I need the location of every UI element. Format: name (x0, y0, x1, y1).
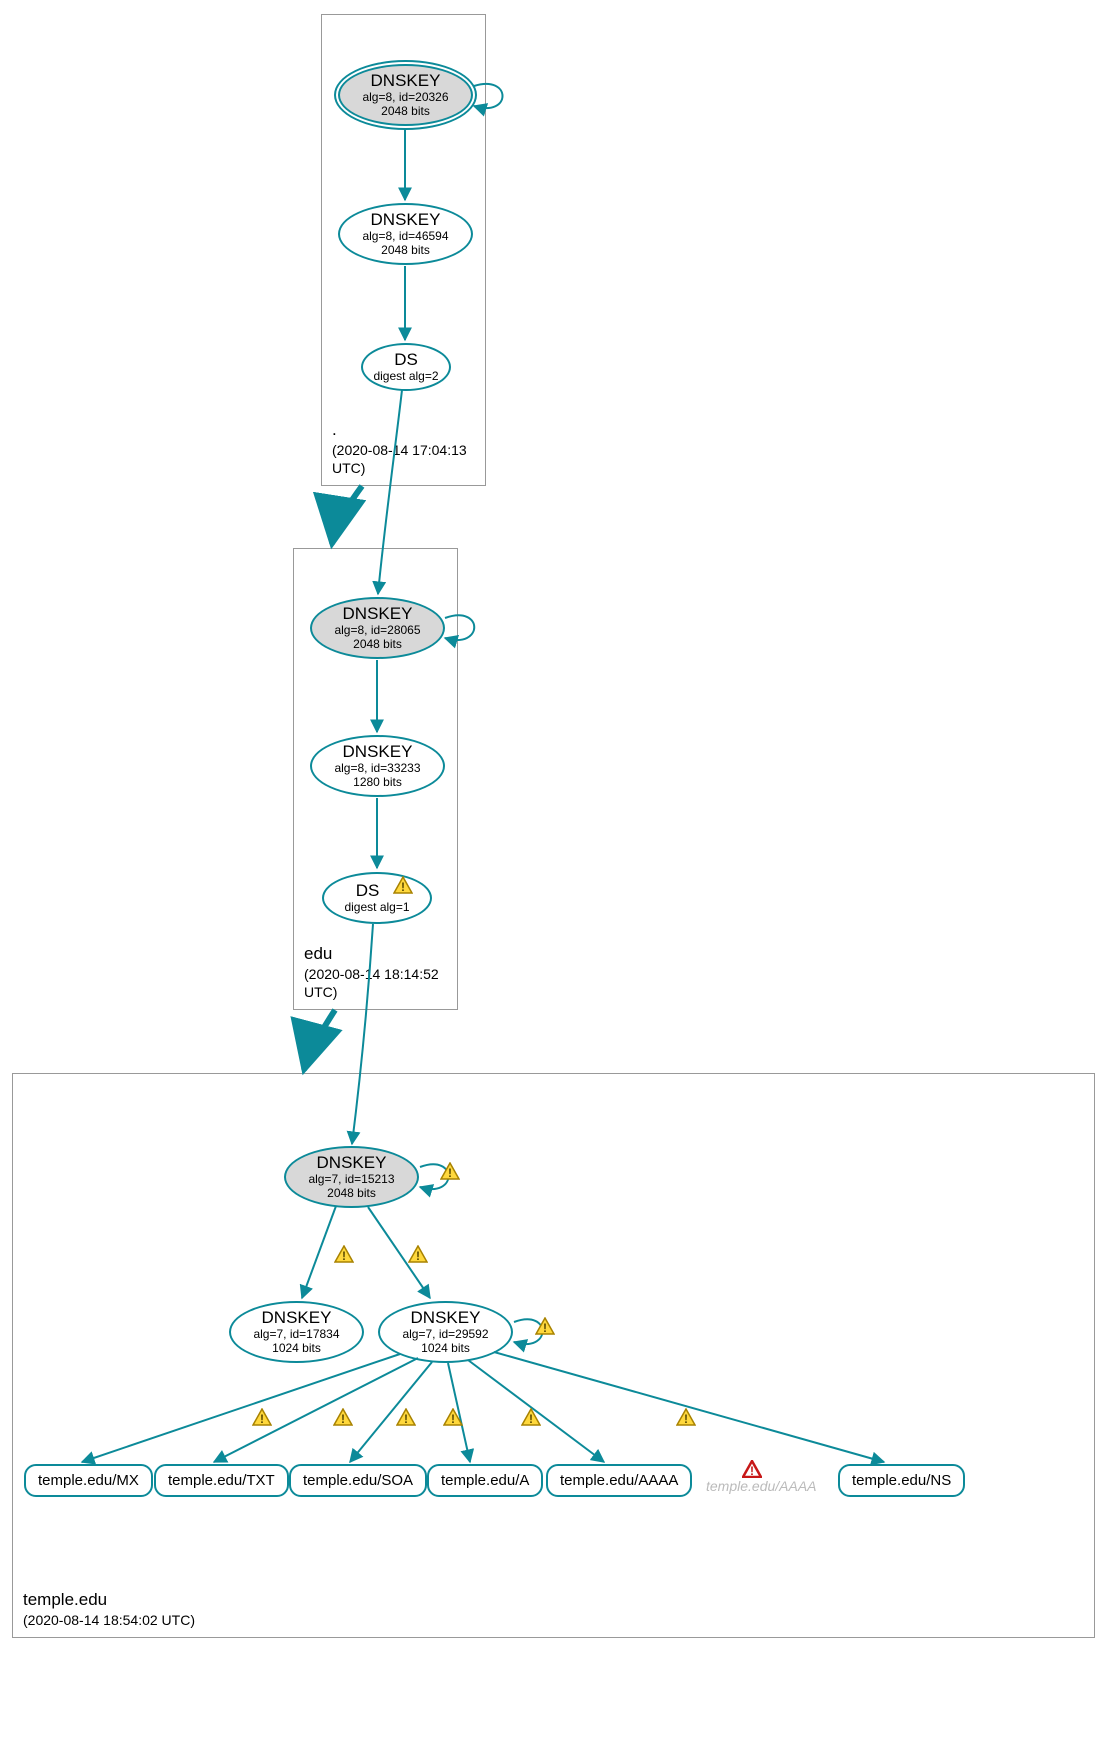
node-edu-ds[interactable]: DS digest alg=1 (322, 872, 432, 924)
node-edu-zsk-title: DNSKEY (343, 742, 413, 762)
zone-temple-name: temple.edu (23, 1589, 195, 1611)
node-root-zsk-title: DNSKEY (371, 210, 441, 230)
node-temple-zsk1[interactable]: DNSKEY alg=7, id=17834 1024 bits (229, 1301, 364, 1363)
node-edu-ds-title: DS (356, 881, 399, 901)
node-rr-ns[interactable]: temple.edu/NS (838, 1464, 965, 1497)
node-edu-ksk-meta1: alg=8, id=28065 (334, 624, 420, 638)
node-root-zsk[interactable]: DNSKEY alg=8, id=46594 2048 bits (338, 203, 473, 265)
node-temple-ksk-meta2: 2048 bits (327, 1187, 376, 1201)
node-root-ds-meta1: digest alg=2 (373, 370, 438, 384)
node-root-ds[interactable]: DS digest alg=2 (361, 343, 451, 391)
node-edu-ksk-meta2: 2048 bits (353, 638, 402, 652)
node-temple-ksk[interactable]: DNSKEY alg=7, id=15213 2048 bits (284, 1146, 419, 1208)
node-edu-zsk[interactable]: DNSKEY alg=8, id=33233 1280 bits (310, 735, 445, 797)
node-root-ksk-meta1: alg=8, id=20326 (362, 91, 448, 105)
zone-edu-time: (2020-08-14 18:14:52 UTC) (304, 965, 457, 1001)
node-rr-mx[interactable]: temple.edu/MX (24, 1464, 153, 1497)
node-edu-ksk[interactable]: DNSKEY alg=8, id=28065 2048 bits (310, 597, 445, 659)
node-temple-zsk1-meta1: alg=7, id=17834 (253, 1328, 339, 1342)
node-edu-zsk-meta1: alg=8, id=33233 (334, 762, 420, 776)
node-root-zsk-meta1: alg=8, id=46594 (362, 230, 448, 244)
node-temple-zsk2[interactable]: DNSKEY alg=7, id=29592 1024 bits (378, 1301, 513, 1363)
zone-edu-label: edu (2020-08-14 18:14:52 UTC) (304, 943, 457, 1001)
node-root-ds-title: DS (394, 350, 418, 370)
zone-root-name: . (332, 419, 485, 441)
node-rr-aaaa-grey[interactable]: temple.edu/AAAA (706, 1478, 817, 1494)
node-rr-a-label: temple.edu/A (441, 1472, 529, 1489)
node-root-zsk-meta2: 2048 bits (381, 244, 430, 258)
node-edu-ds-meta1: digest alg=1 (344, 901, 409, 915)
zone-edu-name: edu (304, 943, 457, 965)
node-rr-aaaa-label: temple.edu/AAAA (560, 1472, 678, 1489)
node-temple-zsk2-meta1: alg=7, id=29592 (402, 1328, 488, 1342)
node-temple-ksk-meta1: alg=7, id=15213 (308, 1173, 394, 1187)
node-rr-aaaa[interactable]: temple.edu/AAAA (546, 1464, 692, 1497)
zone-root-time: (2020-08-14 17:04:13 UTC) (332, 441, 485, 477)
node-temple-zsk2-meta2: 1024 bits (421, 1342, 470, 1356)
node-root-ksk-meta2: 2048 bits (381, 105, 430, 119)
node-temple-zsk1-title: DNSKEY (262, 1308, 332, 1328)
node-rr-soa[interactable]: temple.edu/SOA (289, 1464, 427, 1497)
node-rr-txt[interactable]: temple.edu/TXT (154, 1464, 289, 1497)
node-root-ksk[interactable]: DNSKEY alg=8, id=20326 2048 bits (338, 64, 473, 126)
node-temple-zsk1-meta2: 1024 bits (272, 1342, 321, 1356)
node-root-ksk-title: DNSKEY (371, 71, 441, 91)
node-rr-soa-label: temple.edu/SOA (303, 1472, 413, 1489)
node-temple-zsk2-title: DNSKEY (411, 1308, 481, 1328)
node-rr-mx-label: temple.edu/MX (38, 1472, 139, 1489)
zone-temple-label: temple.edu (2020-08-14 18:54:02 UTC) (23, 1589, 195, 1629)
zone-temple: temple.edu (2020-08-14 18:54:02 UTC) (12, 1073, 1095, 1638)
node-edu-zsk-meta2: 1280 bits (353, 776, 402, 790)
node-edu-ksk-title: DNSKEY (343, 604, 413, 624)
node-temple-ksk-title: DNSKEY (317, 1153, 387, 1173)
node-rr-ns-label: temple.edu/NS (852, 1472, 951, 1489)
node-rr-aaaa-grey-label: temple.edu/AAAA (706, 1478, 817, 1494)
node-rr-txt-label: temple.edu/TXT (168, 1472, 275, 1489)
node-rr-a[interactable]: temple.edu/A (427, 1464, 543, 1497)
zone-temple-time: (2020-08-14 18:54:02 UTC) (23, 1611, 195, 1629)
zone-root-label: . (2020-08-14 17:04:13 UTC) (332, 419, 485, 477)
